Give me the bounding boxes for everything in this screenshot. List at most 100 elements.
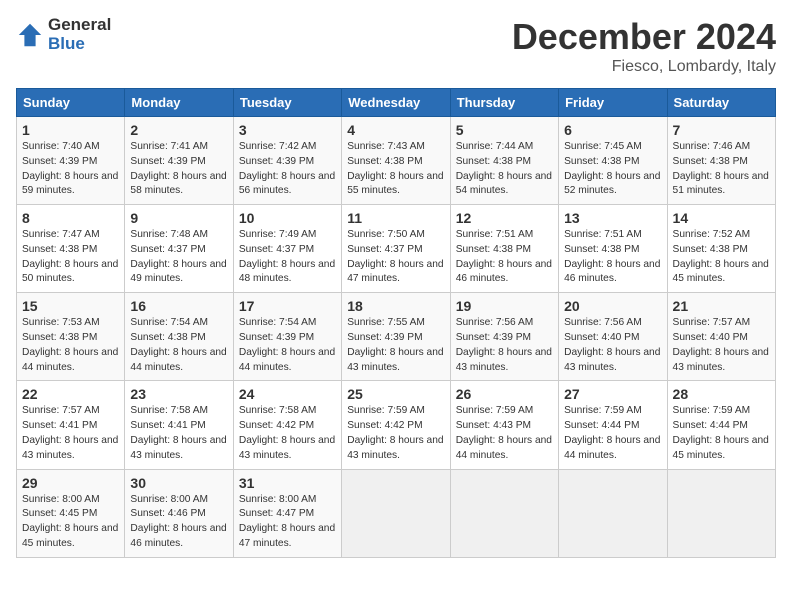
day-number: 14	[673, 210, 770, 226]
cell-info: Sunrise: 7:58 AMSunset: 4:42 PMDaylight:…	[239, 404, 336, 463]
logo-text: General Blue	[48, 16, 111, 53]
day-header-wednesday: Wednesday	[342, 89, 450, 117]
day-cell: 4 Sunrise: 7:43 AMSunset: 4:38 PMDaylight…	[342, 117, 450, 205]
day-cell: 26 Sunrise: 7:59 AMSunset: 4:43 PMDayligh…	[450, 381, 558, 469]
day-number: 5	[456, 122, 553, 138]
day-cell: 6Sunrise: 7:45 AMSunset: 4:38 PMDaylight…	[559, 117, 667, 205]
day-cell: 1Sunrise: 7:40 AMSunset: 4:39 PMDaylight…	[17, 117, 125, 205]
cell-info: Sunrise: 7:58 AMSunset: 4:41 PMDaylight:…	[130, 404, 227, 463]
calendar-header-row: SundayMondayTuesdayWednesdayThursdayFrid…	[17, 89, 776, 117]
day-cell: 12 Sunrise: 7:51 AMSunset: 4:38 PMDayligh…	[450, 205, 558, 293]
cell-info: Sunrise: 7:57 AMSunset: 4:41 PMDaylight:…	[22, 404, 119, 463]
cell-info: Sunrise: 7:42 AMSunset: 4:39 PMDaylight:…	[239, 140, 336, 199]
cell-info: Sunrise: 7:59 AMSunset: 4:42 PMDaylight:…	[347, 404, 444, 463]
title-section: December 2024 Fiesco, Lombardy, Italy	[512, 16, 776, 76]
day-number: 31	[239, 475, 336, 491]
day-number: 25	[347, 386, 444, 402]
day-header-tuesday: Tuesday	[233, 89, 341, 117]
cell-info: Sunrise: 8:00 AMSunset: 4:45 PMDaylight:…	[22, 493, 119, 552]
day-number: 9	[130, 210, 227, 226]
cell-info: Sunrise: 7:50 AMSunset: 4:37 PMDaylight:…	[347, 228, 444, 287]
logo-icon	[16, 21, 44, 49]
day-number: 20	[564, 298, 661, 314]
cell-info: Sunrise: 7:44 AMSunset: 4:38 PMDaylight:…	[456, 140, 553, 199]
cell-info: Sunrise: 7:46 AMSunset: 4:38 PMDaylight:…	[673, 140, 770, 199]
cell-info: Sunrise: 7:56 AMSunset: 4:40 PMDaylight:…	[564, 316, 661, 375]
cell-info: Sunrise: 7:51 AMSunset: 4:38 PMDaylight:…	[564, 228, 661, 287]
day-cell: 16 Sunrise: 7:54 AMSunset: 4:38 PMDayligh…	[125, 293, 233, 381]
week-row-5: 29Sunrise: 8:00 AMSunset: 4:45 PMDayligh…	[17, 469, 776, 557]
week-row-4: 22 Sunrise: 7:57 AMSunset: 4:41 PMDayligh…	[17, 381, 776, 469]
day-cell	[667, 469, 775, 557]
day-number: 3	[239, 122, 336, 138]
cell-info: Sunrise: 7:53 AMSunset: 4:38 PMDaylight:…	[22, 316, 119, 375]
cell-info: Sunrise: 7:41 AMSunset: 4:39 PMDaylight:…	[130, 140, 227, 199]
day-cell: 25 Sunrise: 7:59 AMSunset: 4:42 PMDayligh…	[342, 381, 450, 469]
day-number: 7	[673, 122, 770, 138]
day-cell: 21 Sunrise: 7:57 AMSunset: 4:40 PMDayligh…	[667, 293, 775, 381]
day-number: 26	[456, 386, 553, 402]
day-cell: 9 Sunrise: 7:48 AMSunset: 4:37 PMDaylight…	[125, 205, 233, 293]
cell-info: Sunrise: 7:54 AMSunset: 4:39 PMDaylight:…	[239, 316, 336, 375]
day-cell: 31 Sunrise: 8:00 AMSunset: 4:47 PMDayligh…	[233, 469, 341, 557]
day-number: 21	[673, 298, 770, 314]
day-cell: 3 Sunrise: 7:42 AMSunset: 4:39 PMDaylight…	[233, 117, 341, 205]
day-number: 28	[673, 386, 770, 402]
week-row-2: 8 Sunrise: 7:47 AMSunset: 4:38 PMDaylight…	[17, 205, 776, 293]
day-number: 4	[347, 122, 444, 138]
subtitle: Fiesco, Lombardy, Italy	[512, 58, 776, 76]
cell-info: Sunrise: 7:59 AMSunset: 4:44 PMDaylight:…	[564, 404, 661, 463]
day-cell	[450, 469, 558, 557]
day-number: 16	[130, 298, 227, 314]
day-cell: 20 Sunrise: 7:56 AMSunset: 4:40 PMDayligh…	[559, 293, 667, 381]
day-cell: 14Sunrise: 7:52 AMSunset: 4:38 PMDayligh…	[667, 205, 775, 293]
cell-info: Sunrise: 7:56 AMSunset: 4:39 PMDaylight:…	[456, 316, 553, 375]
cell-info: Sunrise: 7:59 AMSunset: 4:43 PMDaylight:…	[456, 404, 553, 463]
day-number: 22	[22, 386, 119, 402]
cell-info: Sunrise: 7:43 AMSunset: 4:38 PMDaylight:…	[347, 140, 444, 199]
logo-blue: Blue	[48, 35, 111, 54]
day-number: 12	[456, 210, 553, 226]
day-number: 24	[239, 386, 336, 402]
day-cell: 17 Sunrise: 7:54 AMSunset: 4:39 PMDayligh…	[233, 293, 341, 381]
day-cell: 5 Sunrise: 7:44 AMSunset: 4:38 PMDaylight…	[450, 117, 558, 205]
day-header-sunday: Sunday	[17, 89, 125, 117]
day-cell: 2 Sunrise: 7:41 AMSunset: 4:39 PMDaylight…	[125, 117, 233, 205]
day-number: 17	[239, 298, 336, 314]
day-cell: 7 Sunrise: 7:46 AMSunset: 4:38 PMDaylight…	[667, 117, 775, 205]
cell-info: Sunrise: 7:54 AMSunset: 4:38 PMDaylight:…	[130, 316, 227, 375]
day-cell: 29Sunrise: 8:00 AMSunset: 4:45 PMDayligh…	[17, 469, 125, 557]
cell-info: Sunrise: 7:48 AMSunset: 4:37 PMDaylight:…	[130, 228, 227, 287]
day-number: 13	[564, 210, 661, 226]
day-cell: 15 Sunrise: 7:53 AMSunset: 4:38 PMDayligh…	[17, 293, 125, 381]
day-number: 2	[130, 122, 227, 138]
main-title: December 2024	[512, 16, 776, 58]
day-cell: 22 Sunrise: 7:57 AMSunset: 4:41 PMDayligh…	[17, 381, 125, 469]
day-cell: 10 Sunrise: 7:49 AMSunset: 4:37 PMDayligh…	[233, 205, 341, 293]
cell-info: Sunrise: 7:57 AMSunset: 4:40 PMDaylight:…	[673, 316, 770, 375]
cell-info: Sunrise: 8:00 AMSunset: 4:47 PMDaylight:…	[239, 493, 336, 552]
day-number: 18	[347, 298, 444, 314]
day-cell: 11 Sunrise: 7:50 AMSunset: 4:37 PMDayligh…	[342, 205, 450, 293]
day-number: 10	[239, 210, 336, 226]
day-number: 19	[456, 298, 553, 314]
day-number: 15	[22, 298, 119, 314]
day-cell: 23Sunrise: 7:58 AMSunset: 4:41 PMDayligh…	[125, 381, 233, 469]
cell-info: Sunrise: 7:47 AMSunset: 4:38 PMDaylight:…	[22, 228, 119, 287]
logo: General Blue	[16, 16, 111, 53]
cell-info: Sunrise: 7:49 AMSunset: 4:37 PMDaylight:…	[239, 228, 336, 287]
logo-general: General	[48, 16, 111, 35]
day-cell	[342, 469, 450, 557]
day-number: 11	[347, 210, 444, 226]
day-header-monday: Monday	[125, 89, 233, 117]
day-number: 27	[564, 386, 661, 402]
day-header-saturday: Saturday	[667, 89, 775, 117]
day-header-thursday: Thursday	[450, 89, 558, 117]
cell-info: Sunrise: 7:45 AMSunset: 4:38 PMDaylight:…	[564, 140, 661, 199]
day-cell: 18Sunrise: 7:55 AMSunset: 4:39 PMDayligh…	[342, 293, 450, 381]
day-cell: 28 Sunrise: 7:59 AMSunset: 4:44 PMDayligh…	[667, 381, 775, 469]
cell-info: Sunrise: 7:59 AMSunset: 4:44 PMDaylight:…	[673, 404, 770, 463]
calendar: SundayMondayTuesdayWednesdayThursdayFrid…	[16, 88, 776, 558]
cell-info: Sunrise: 7:51 AMSunset: 4:38 PMDaylight:…	[456, 228, 553, 287]
day-number: 8	[22, 210, 119, 226]
